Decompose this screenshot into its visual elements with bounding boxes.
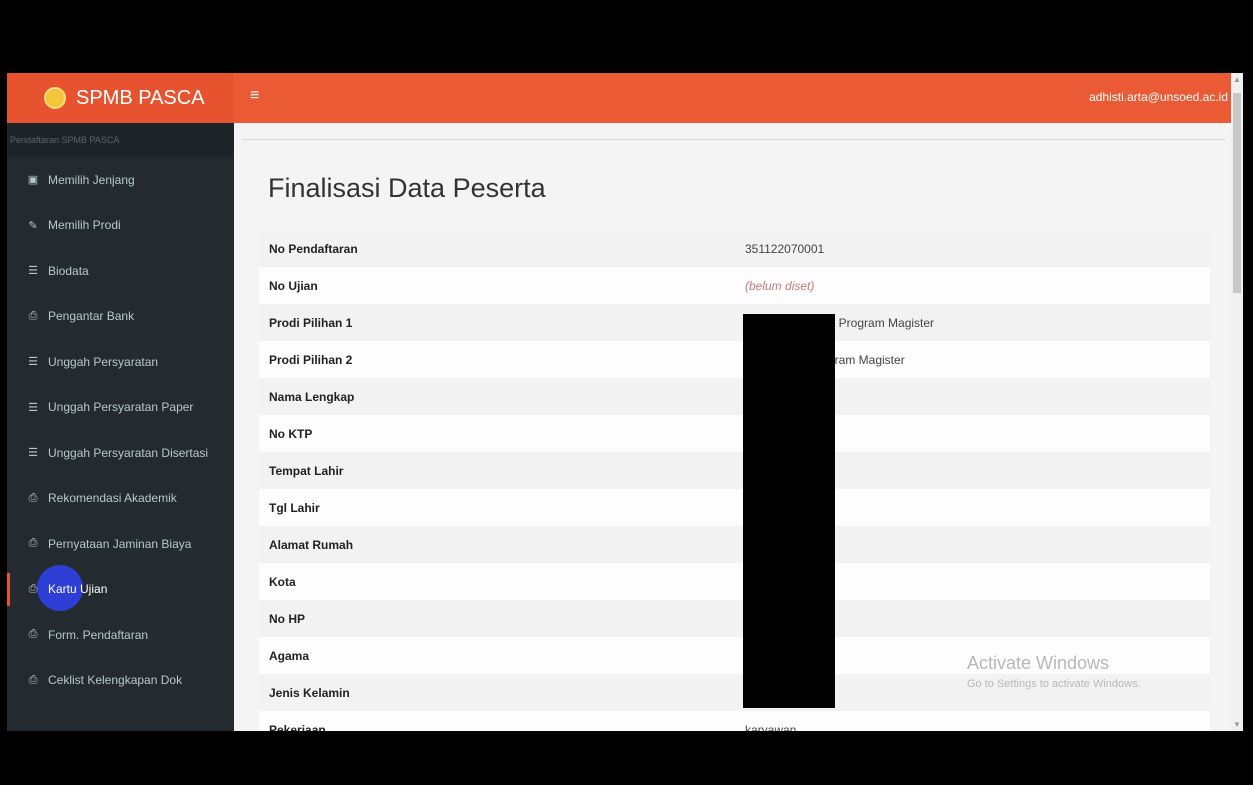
table-row: No Pendaftaran 351122070001 [259, 230, 1210, 267]
sidebar-item-rekomendasi-akademik[interactable]: ⎙ Rekomendasi Akademik [7, 476, 234, 522]
app-window: SPMB PASCA ≡ adhisti.arta@unsoed.ac.id P… [7, 73, 1238, 731]
activate-windows-watermark: Activate Windows Go to Settings to activ… [967, 653, 1141, 690]
list-icon: ☰ [28, 265, 38, 278]
sidebar-item-unggah-persyaratan-paper[interactable]: ☰ Unggah Persyaratan Paper [7, 385, 234, 431]
main-content: Finalisasi Data Peserta No Pendaftaran 35… [234, 123, 1238, 731]
list-icon: ☰ [28, 356, 38, 369]
sidebar-item-label: Form. Pendaftaran [48, 627, 149, 642]
table-row: Tgl Lahir [259, 489, 1210, 526]
table-row: Kota [259, 563, 1210, 600]
scroll-thumb[interactable] [1233, 93, 1241, 293]
sidebar-item-biodata[interactable]: ☰ Biodata [7, 248, 234, 294]
field-value: karyawan [745, 722, 797, 732]
field-label: Kota [269, 574, 296, 589]
field-value: (belum diset) [745, 278, 815, 293]
field-label: No Pendaftaran [269, 241, 358, 256]
edit-icon: ✎ [28, 219, 38, 232]
field-label: Tgl Lahir [269, 500, 320, 515]
top-navbar: SPMB PASCA ≡ adhisti.arta@unsoed.ac.id [7, 73, 1238, 123]
sidebar-item-label: Unggah Persyaratan [48, 354, 159, 369]
sidebar-item-label: Ceklist Kelengkapan Dok [48, 673, 183, 688]
print-icon: ⎙ [28, 673, 38, 686]
field-label: No HP [269, 611, 305, 626]
sidebar-item-label: Pernyataan Jaminan Biaya [48, 536, 192, 551]
divider [242, 139, 1225, 140]
vertical-scrollbar[interactable]: ▲ ▼ [1231, 73, 1243, 731]
menu-toggle-icon[interactable]: ≡ [250, 87, 259, 105]
field-label: No KTP [269, 426, 313, 441]
sidebar-item-unggah-persyaratan[interactable]: ☰ Unggah Persyaratan [7, 339, 234, 385]
sidebar-item-memilih-prodi[interactable]: ✎ Memilih Prodi [7, 203, 234, 249]
table-row: No KTP [259, 415, 1210, 452]
print-icon: ⎙ [28, 491, 38, 504]
print-icon: ⎙ [28, 309, 38, 322]
field-value: 351122070001 [745, 241, 825, 256]
field-label: Jenis Kelamin [269, 685, 350, 700]
list-icon: ☰ [28, 401, 38, 414]
field-label: Alamat Rumah [269, 537, 354, 552]
logo-icon [44, 87, 66, 109]
user-email[interactable]: adhisti.arta@unsoed.ac.id [1089, 90, 1228, 104]
redaction-block [743, 314, 835, 708]
sidebar-item-label: Rekomendasi Akademik [48, 491, 177, 506]
table-row: Prodi Pilihan 2 gram Magister [259, 341, 1210, 378]
table-row: No HP0 [259, 600, 1210, 637]
scroll-up-icon[interactable]: ▲ [1233, 75, 1241, 84]
sidebar-item-label: Unggah Persyaratan Paper [48, 400, 194, 415]
sidebar: Pendaftaran SPMB PASCA ▣ Memilih Jenjang ✎… [7, 123, 234, 731]
watermark-title: Activate Windows [967, 653, 1110, 673]
sidebar-item-pengantar-bank[interactable]: ⎙ Pengantar Bank [7, 294, 234, 340]
field-label: Prodi Pilihan 1 [269, 315, 353, 330]
sidebar-item-label: Kartu Ujian [48, 582, 108, 597]
sidebar-item-label: Memilih Prodi [48, 218, 121, 233]
sidebar-item-ceklist-kelengkapan-dok[interactable]: ⎙ Ceklist Kelengkapan Dok [7, 658, 234, 704]
brand-title: SPMB PASCA [76, 86, 205, 109]
sidebar-nav: ▣ Memilih Jenjang ✎ Memilih Prodi ☰ Biodata ⎙ P… [7, 157, 234, 703]
field-label: Nama Lengkap [269, 389, 355, 404]
table-row: No Ujian (belum diset) [259, 267, 1210, 304]
field-label: Pekerjaan [269, 722, 326, 732]
sidebar-item-form-pendaftaran[interactable]: ⎙ Form. Pendaftaran [7, 612, 234, 658]
table-row: Prodi Pilihan 1 en Program Magister [259, 304, 1210, 341]
table-row: Nama Lengkapa [259, 378, 1210, 415]
sidebar-item-label: Pengantar Bank [48, 309, 135, 324]
brand[interactable]: SPMB PASCA [7, 73, 234, 123]
print-icon: ⎙ [28, 628, 38, 641]
sidebar-header: Pendaftaran SPMB PASCA [7, 123, 234, 157]
field-label: Agama [269, 648, 310, 663]
print-icon: ⎙ [28, 582, 38, 595]
sidebar-item-memilih-jenjang[interactable]: ▣ Memilih Jenjang [7, 157, 234, 203]
sidebar-item-label: Biodata [48, 263, 89, 278]
list-icon: ☰ [28, 447, 38, 460]
field-label: Prodi Pilihan 2 [269, 352, 353, 367]
sidebar-item-label: Unggah Persyaratan Disertasi [48, 445, 209, 460]
scroll-down-icon[interactable]: ▼ [1233, 720, 1241, 729]
page-title: Finalisasi Data Peserta [268, 173, 546, 203]
sidebar-item-kartu-ujian[interactable]: ⎙ Kartu Ujian [7, 564, 234, 613]
field-label: No Ujian [269, 278, 318, 293]
id-card-icon: ▣ [27, 174, 39, 187]
sidebar-item-label: Memilih Jenjang [48, 172, 135, 187]
field-label: Tempat Lahir [269, 463, 344, 478]
table-row: Tempat Lahir [259, 452, 1210, 489]
watermark-subtitle: Go to Settings to activate Windows. [967, 678, 1141, 690]
table-row: Alamat Rumah [259, 526, 1210, 563]
print-icon: ⎙ [28, 537, 38, 550]
sidebar-item-unggah-persyaratan-disertasi[interactable]: ☰ Unggah Persyaratan Disertasi [7, 430, 234, 476]
table-row: Pekerjaan karyawan [259, 711, 1210, 731]
sidebar-item-pernyataan-jaminan-biaya[interactable]: ⎙ Pernyataan Jaminan Biaya [7, 521, 234, 567]
